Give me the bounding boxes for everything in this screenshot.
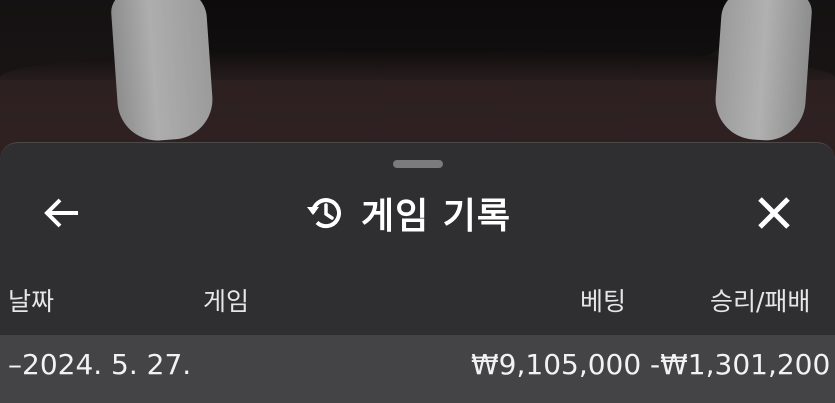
header-date: 날짜 <box>8 287 55 316</box>
row-date: –2024. 5. 27. <box>8 348 192 381</box>
close-button[interactable] <box>748 189 800 237</box>
game-history-sheet: 게임 기록 날짜 게임 베팅 승리/패배 –2024. 5. 27. ₩9,10… <box>0 142 835 403</box>
sheet-title-group: 게임 기록 <box>305 183 511 243</box>
sheet-header: 게임 기록 <box>0 183 835 243</box>
header-win-loss: 승리/패배 <box>710 287 811 316</box>
header-bet: 베팅 <box>580 287 627 316</box>
sheet-title: 게임 기록 <box>361 196 512 237</box>
sheet-drag-handle[interactable] <box>393 160 443 168</box>
arrow-left-icon <box>44 198 78 228</box>
table-header-row: 날짜 게임 베팅 승리/패배 <box>0 284 835 334</box>
table-row[interactable]: –2024. 5. 27. ₩9,105,000 -₩1,301,200 <box>0 335 835 403</box>
history-icon <box>307 198 341 229</box>
close-icon <box>758 197 790 229</box>
row-win-loss: -₩1,301,200 <box>650 348 831 381</box>
row-bet: ₩9,105,000 <box>471 348 642 381</box>
header-game: 게임 <box>203 287 250 316</box>
back-button[interactable] <box>38 191 86 235</box>
